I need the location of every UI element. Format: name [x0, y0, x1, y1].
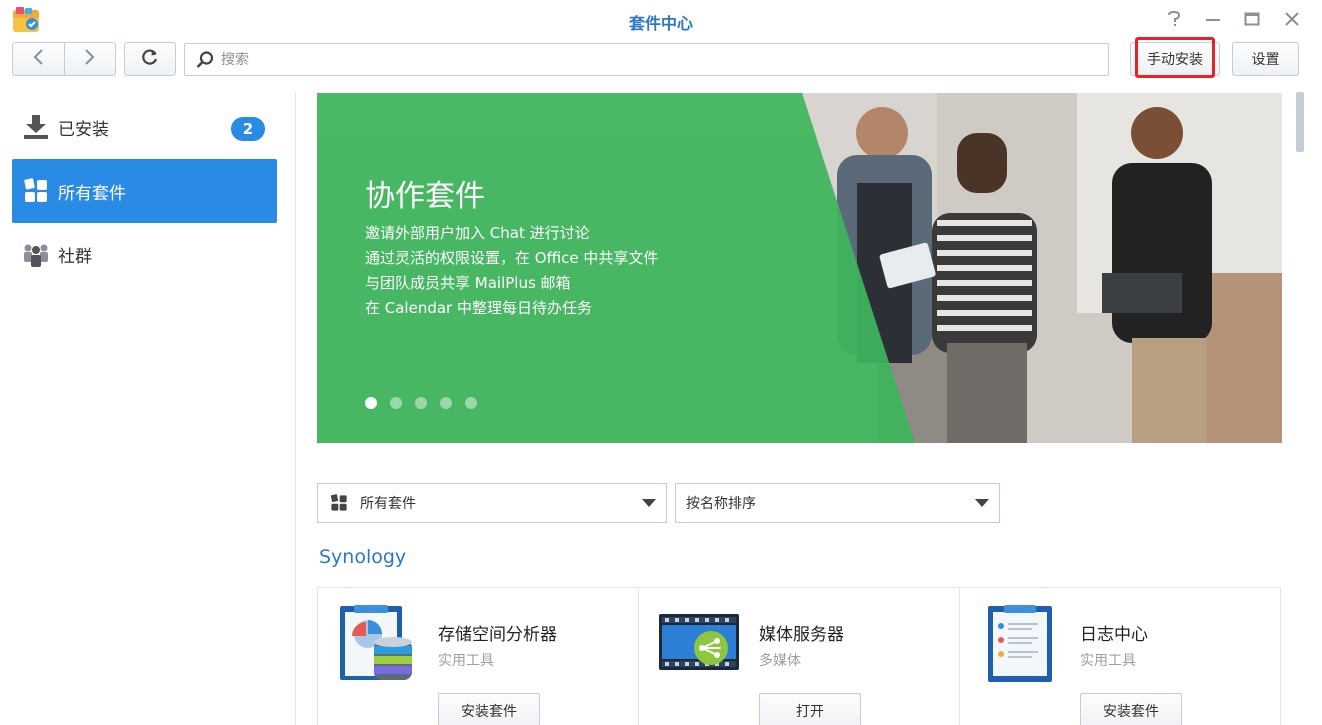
chevron-down-icon — [975, 499, 989, 507]
search-input[interactable] — [221, 49, 1081, 71]
search-box — [184, 43, 1109, 76]
minimize-icon[interactable] — [1202, 8, 1224, 30]
package-category: 多媒体 — [759, 653, 801, 669]
chevron-down-icon — [642, 499, 656, 507]
close-icon[interactable] — [1281, 8, 1303, 30]
carousel-dot-2[interactable] — [390, 397, 402, 409]
maximize-icon[interactable] — [1241, 8, 1263, 30]
sidebar-item-label: 所有套件 — [58, 183, 126, 204]
nav-button-group — [12, 42, 116, 76]
banner-line: 通过灵活的权限设置，在 Office 中共享文件 — [365, 249, 659, 267]
sidebar: 已安装 2 所有套件 社群 — [0, 92, 296, 725]
settings-button[interactable]: 设置 — [1232, 42, 1299, 76]
media-server-icon — [659, 604, 739, 684]
back-button[interactable] — [13, 43, 64, 75]
storage-analyzer-icon — [338, 604, 418, 684]
log-center-icon — [980, 604, 1060, 684]
title-bar: 套件中心 — [0, 0, 1322, 40]
grid-icon — [330, 494, 348, 512]
package-name: 存储空间分析器 — [438, 625, 557, 645]
search-icon — [195, 50, 215, 74]
chevron-right-icon — [84, 48, 96, 70]
sidebar-item-label: 社群 — [58, 246, 92, 267]
chevron-left-icon — [32, 48, 44, 70]
banner-line: 邀请外部用户加入 Chat 进行讨论 — [365, 224, 590, 242]
manual-install-highlight — [1135, 37, 1215, 78]
community-icon — [22, 240, 50, 268]
sidebar-item-community[interactable]: 社群 — [12, 222, 277, 286]
window-title: 套件中心 — [628, 14, 693, 33]
package-name: 媒体服务器 — [759, 625, 844, 645]
install-package-button[interactable]: 安装套件 — [438, 693, 540, 725]
installed-count-badge: 2 — [231, 117, 265, 141]
sort-select[interactable]: 按名称排序 — [675, 483, 1000, 523]
carousel-dot-4[interactable] — [440, 397, 452, 409]
carousel-dots — [365, 397, 477, 409]
package-name: 日志中心 — [1080, 625, 1148, 645]
refresh-icon — [141, 48, 159, 70]
open-package-button[interactable]: 打开 — [759, 693, 861, 725]
category-select-value: 所有套件 — [360, 496, 416, 512]
refresh-button[interactable] — [124, 42, 176, 76]
download-icon — [22, 113, 50, 141]
grid-icon — [22, 177, 50, 205]
package-card[interactable]: 日志中心 实用工具 安装套件 — [960, 588, 1281, 725]
carousel-dot-5[interactable] — [465, 397, 477, 409]
package-category: 实用工具 — [1080, 653, 1136, 669]
sidebar-item-label: 已安装 — [58, 119, 109, 140]
section-title: Synology — [319, 546, 407, 568]
promo-banner[interactable]: 协作套件 邀请外部用户加入 Chat 进行讨论 通过灵活的权限设置，在 Offi… — [317, 93, 1282, 443]
package-card[interactable]: 存储空间分析器 实用工具 安装套件 — [318, 588, 639, 725]
sort-select-value: 按名称排序 — [686, 496, 756, 512]
sidebar-item-installed[interactable]: 已安装 2 — [12, 95, 277, 159]
category-select[interactable]: 所有套件 — [317, 483, 667, 523]
banner-line: 在 Calendar 中整理每日待办任务 — [365, 299, 592, 317]
package-grid: 存储空间分析器 实用工具 安装套件 媒体服务器 多媒体 打开 日志中心 实用工具… — [317, 587, 1281, 725]
install-package-button[interactable]: 安装套件 — [1080, 693, 1182, 725]
package-category: 实用工具 — [438, 653, 494, 669]
banner-line: 与团队成员共享 MailPlus 邮箱 — [365, 274, 571, 292]
banner-description: 邀请外部用户加入 Chat 进行讨论 通过灵活的权限设置，在 Office 中共… — [365, 221, 658, 321]
help-icon[interactable] — [1163, 8, 1185, 30]
carousel-dot-1[interactable] — [365, 397, 377, 409]
carousel-dot-3[interactable] — [415, 397, 427, 409]
forward-button[interactable] — [63, 43, 116, 75]
banner-title: 协作套件 — [365, 179, 485, 214]
scrollbar-thumb[interactable] — [1296, 92, 1304, 152]
main-scrollbar[interactable] — [1294, 92, 1306, 725]
package-card[interactable]: 媒体服务器 多媒体 打开 — [639, 588, 960, 725]
sidebar-item-all-packages[interactable]: 所有套件 — [12, 159, 277, 223]
